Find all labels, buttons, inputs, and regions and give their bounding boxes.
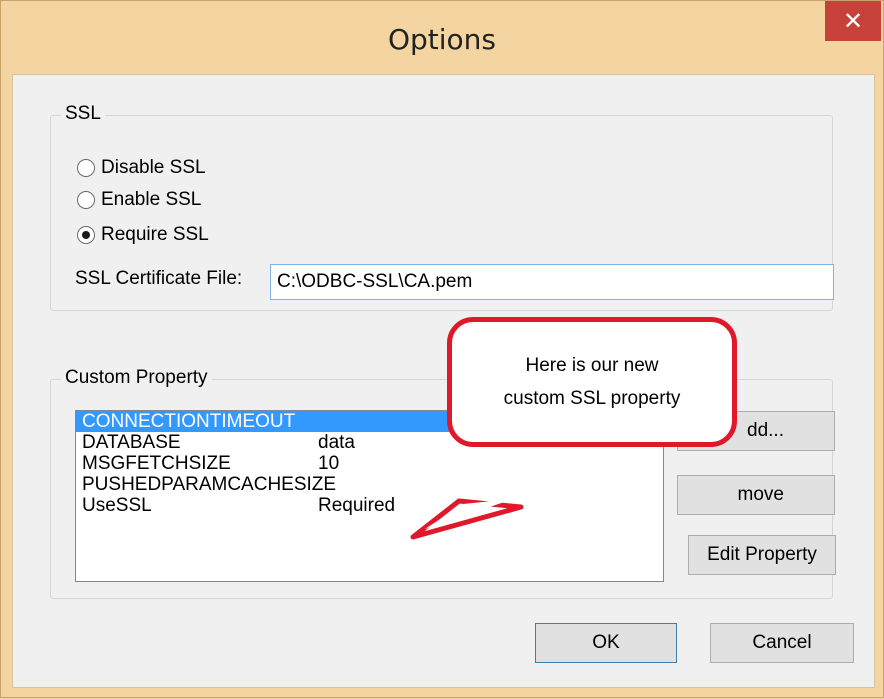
radio-enable-ssl[interactable]: Enable SSL	[77, 189, 201, 211]
ok-button[interactable]: OK	[535, 623, 677, 663]
radio-label: Require SSL	[101, 224, 209, 245]
cancel-button[interactable]: Cancel	[710, 623, 854, 663]
dialog-title: Options	[387, 23, 497, 56]
radio-disable-ssl[interactable]: Disable SSL	[77, 157, 206, 179]
ssl-cert-input[interactable]	[270, 264, 834, 300]
title-bar[interactable]: Options ✕	[1, 1, 883, 75]
property-name: CONNECTIONTIMEOUT	[82, 411, 296, 432]
close-icon: ✕	[842, 7, 864, 35]
radio-require-ssl[interactable]: Require SSL	[77, 224, 209, 246]
property-value: data	[318, 432, 355, 453]
callout-line-2: custom SSL property	[503, 388, 681, 409]
ssl-group-label: SSL	[61, 103, 105, 125]
edit-property-button[interactable]: Edit Property	[688, 535, 836, 575]
property-name: DATABASE	[82, 432, 181, 453]
property-name: UseSSL	[82, 495, 152, 516]
callout-line-1: Here is our new	[525, 355, 659, 376]
list-item[interactable]: MSGFETCHSIZE 10	[76, 453, 663, 474]
custom-property-group-label: Custom Property	[61, 367, 212, 389]
radio-button[interactable]	[77, 159, 95, 177]
list-item[interactable]: PUSHEDPARAMCACHESIZE	[76, 474, 663, 495]
list-item[interactable]: UseSSL Required	[76, 495, 663, 516]
radio-label: Disable SSL	[101, 157, 206, 178]
property-name: MSGFETCHSIZE	[82, 453, 231, 474]
radio-label: Enable SSL	[101, 189, 202, 210]
ssl-cert-label: SSL Certificate File:	[75, 268, 243, 289]
property-value: 10	[318, 453, 340, 474]
radio-button-selected[interactable]	[77, 226, 95, 244]
options-dialog: Options ✕ SSL Disable SSL Enable SSL Req…	[0, 0, 884, 698]
list-item[interactable]: CONNECTIONTIMEOUT	[76, 411, 460, 432]
property-name: PUSHEDPARAMCACHESIZE	[82, 474, 337, 495]
remove-button[interactable]: move	[677, 475, 835, 515]
dialog-body: SSL Disable SSL Enable SSL Require SSL S…	[12, 74, 875, 688]
close-button[interactable]: ✕	[825, 1, 881, 41]
radio-button[interactable]	[77, 191, 95, 209]
annotation-callout: Here is our new custom SSL property	[447, 317, 737, 447]
property-value: Required	[318, 495, 396, 516]
